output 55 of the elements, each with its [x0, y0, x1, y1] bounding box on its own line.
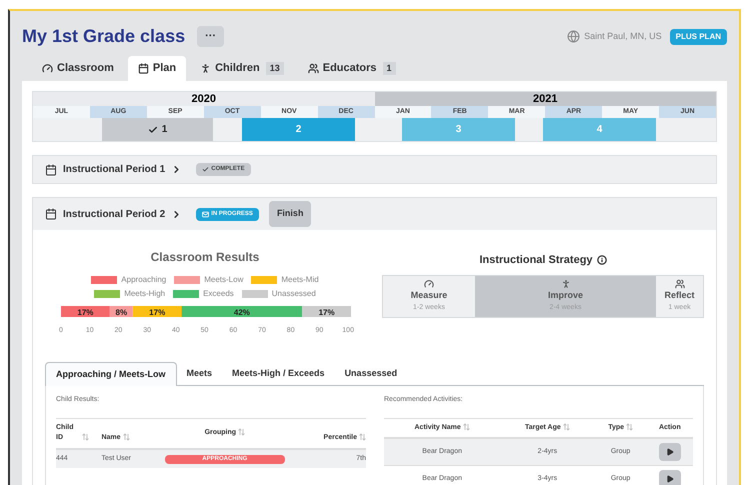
sort-icon [82, 433, 89, 442]
nav-tab[interactable]: Classroom [32, 56, 124, 81]
sort-icon [122, 433, 130, 442]
calendar-icon [45, 164, 57, 176]
group-tab[interactable]: Approaching / Meets-Low [45, 362, 177, 386]
sort-icon [238, 428, 246, 436]
envelope-icon [202, 210, 210, 218]
bar-segment: 17% [132, 306, 182, 317]
year-header: 2020 [33, 92, 374, 106]
play-icon [666, 448, 674, 456]
gauge-icon [42, 63, 53, 74]
legend-label: Approaching [121, 274, 166, 286]
bar-segment: 42% [181, 306, 302, 317]
calendar-icon [45, 208, 57, 220]
play-button[interactable] [658, 470, 681, 485]
count-badge: 13 [266, 62, 284, 76]
class-title: My 1st Grade class [22, 25, 186, 48]
person-icon [560, 279, 570, 289]
plan-badge: PLUS PLAN [670, 28, 727, 44]
info-icon [596, 255, 607, 266]
bar-segment: 17% [60, 306, 110, 317]
sort-icon [462, 422, 470, 431]
count-badge: 1 [382, 62, 396, 76]
period-title: Instructional Period 1 [63, 163, 166, 177]
users-icon [674, 279, 684, 289]
check-icon [148, 124, 158, 134]
sort-icon [626, 422, 634, 431]
gauge-icon [424, 279, 434, 289]
nav-tab[interactable]: Educators 1 [298, 56, 406, 81]
legend-label: Unassessed [272, 288, 316, 300]
sort-icon [359, 433, 366, 442]
legend-label: Meets-Low [204, 274, 244, 286]
strategy-title: Instructional Strategy [479, 253, 593, 268]
more-button[interactable]: ··· [197, 26, 224, 47]
year-header: 2021 [374, 92, 716, 106]
calendar-icon [138, 63, 149, 74]
period-title: Instructional Period 2 [63, 208, 166, 222]
nav-tab[interactable]: Children 13 [190, 56, 294, 81]
play-icon [666, 475, 674, 483]
bar-segment: 17% [302, 306, 350, 317]
location-text: Saint Paul, MN, US [584, 30, 662, 43]
legend-label: Meets-High [124, 288, 166, 300]
finish-button[interactable]: Finish [268, 201, 312, 227]
period-segment[interactable]: 1 [102, 118, 213, 141]
legend-label: Exceeds [203, 288, 234, 300]
chart-title: Classroom Results [150, 249, 260, 266]
nav-tab[interactable]: Plan [128, 56, 186, 81]
person-icon [200, 63, 212, 74]
globe-icon [567, 30, 580, 43]
bar-segment: 8% [109, 306, 132, 317]
legend-label: Meets-Mid [281, 274, 319, 286]
play-button[interactable] [658, 443, 681, 461]
sort-icon [562, 422, 570, 431]
users-icon [308, 63, 319, 74]
check-icon [202, 166, 210, 173]
